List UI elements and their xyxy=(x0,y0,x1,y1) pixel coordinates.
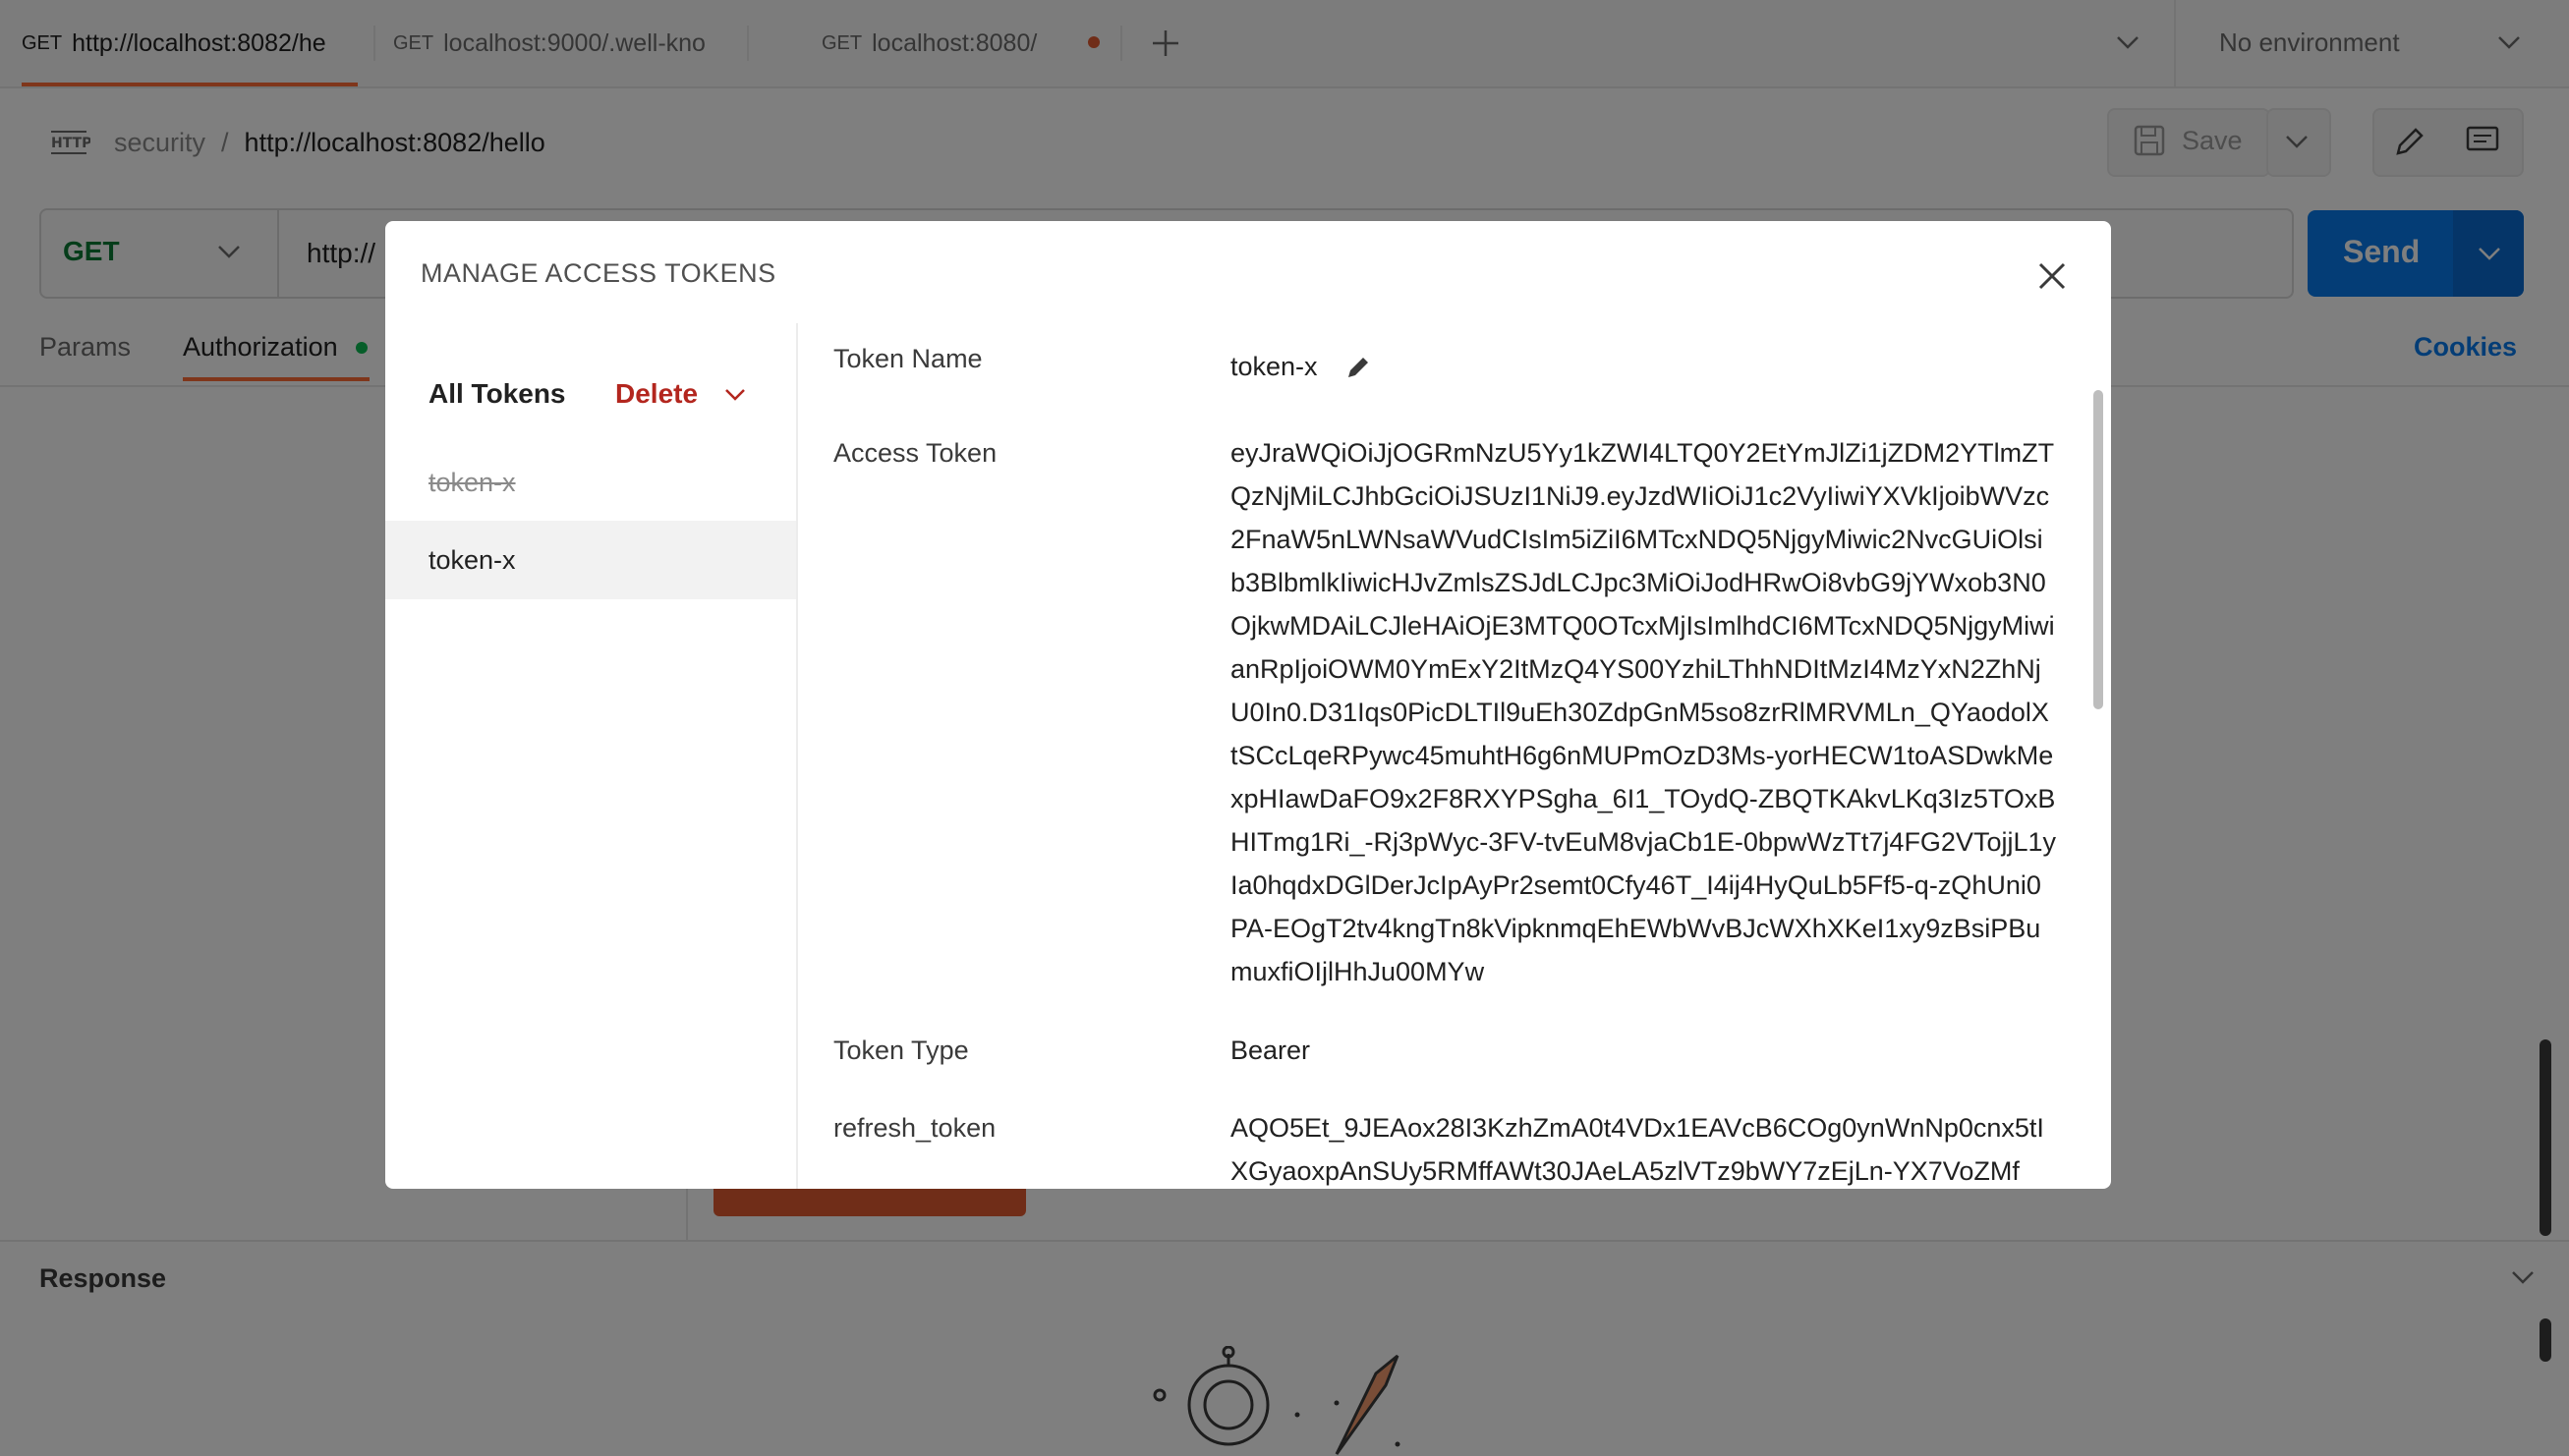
refresh-token-value[interactable]: AQO5Et_9JEAox28I3KzhZmA0t4VDx1EAVcB6COg0… xyxy=(1230,1106,2056,1189)
tokens-sidebar: All Tokens Delete token-x token-x xyxy=(385,323,798,1189)
edit-token-name-pencil-icon[interactable] xyxy=(1344,352,1374,381)
token-type-label: Token Type xyxy=(833,1036,969,1065)
token-type-value: Bearer xyxy=(1230,1036,1311,1065)
token-list-item-expired[interactable]: token-x xyxy=(385,443,796,522)
access-token-label: Access Token xyxy=(833,438,998,468)
details-scrollbar[interactable] xyxy=(2093,390,2103,709)
token-item-label: token-x xyxy=(428,467,516,497)
manage-access-tokens-modal: MANAGE ACCESS TOKENS All Tokens Delete t… xyxy=(385,221,2111,1189)
delete-chevron-icon[interactable] xyxy=(723,386,747,404)
token-item-label: token-x xyxy=(428,544,516,575)
token-name-label: Token Name xyxy=(833,344,983,373)
token-list-item-selected[interactable]: token-x xyxy=(385,521,796,599)
access-token-value[interactable]: eyJraWQiOiJjOGRmNzU5Yy1kZWI4LTQ0Y2EtYmJl… xyxy=(1230,431,2056,993)
close-icon[interactable] xyxy=(2032,256,2072,296)
refresh-token-label: refresh_token xyxy=(833,1113,997,1143)
all-tokens-label: All Tokens xyxy=(428,378,566,409)
modal-title: MANAGE ACCESS TOKENS xyxy=(421,258,776,288)
token-name-value: token-x xyxy=(1230,352,1318,381)
delete-button[interactable]: Delete xyxy=(615,378,698,410)
